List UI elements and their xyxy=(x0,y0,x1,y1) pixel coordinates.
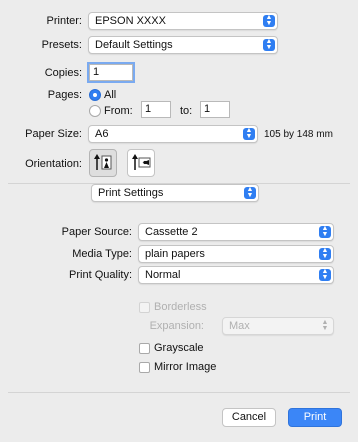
popup-arrows-icon: ▲ ▼ xyxy=(243,127,255,140)
presets-popup[interactable]: Default Settings ▲ ▼ xyxy=(88,36,278,54)
copies-label: Copies: xyxy=(44,67,82,79)
printer-value: EPSON XXXX xyxy=(95,15,166,27)
borderless-checkbox[interactable] xyxy=(139,302,150,313)
media-type-popup[interactable]: plain papers ▲ ▼ xyxy=(138,245,334,263)
pages-all-label: All xyxy=(104,89,117,101)
pages-to-label: to: xyxy=(180,105,193,117)
paper-source-value: Cassette 2 xyxy=(145,226,198,238)
borderless-label: Borderless xyxy=(154,301,207,313)
copies-field[interactable]: 1 xyxy=(87,62,135,83)
printer-popup[interactable]: EPSON XXXX ▲ ▼ xyxy=(88,12,278,30)
popup-arrows-icon: ▲ ▼ xyxy=(263,38,275,51)
cancel-button[interactable]: Cancel xyxy=(222,408,276,427)
expansion-label: Expansion: xyxy=(149,320,204,332)
portrait-orientation-icon xyxy=(94,154,112,170)
orientation-label: Orientation: xyxy=(25,158,82,170)
pages-label: Pages: xyxy=(47,89,82,101)
grayscale-label: Grayscale xyxy=(154,342,204,354)
print-quality-popup[interactable]: Normal ▲ ▼ xyxy=(138,266,334,284)
mirror-image-label: Mirror Image xyxy=(154,361,217,373)
popup-arrows-icon: ▲ ▼ xyxy=(244,186,256,199)
paper-size-value: A6 xyxy=(95,128,109,140)
pages-from-radio[interactable] xyxy=(89,105,101,117)
media-type-value: plain papers xyxy=(145,248,205,260)
popup-arrows-icon: ▲ ▼ xyxy=(319,225,331,238)
section-menu-popup[interactable]: Print Settings ▲ ▼ xyxy=(91,184,259,202)
pages-from-label: From: xyxy=(104,105,133,117)
presets-label: Presets: xyxy=(41,39,82,51)
popup-arrows-icon: ▲ ▼ xyxy=(321,319,329,332)
paper-source-label: Paper Source: xyxy=(61,226,132,238)
pages-to-field[interactable]: 1 xyxy=(200,101,230,118)
popup-arrows-icon: ▲ ▼ xyxy=(263,14,275,27)
paper-source-popup[interactable]: Cassette 2 ▲ ▼ xyxy=(138,223,334,241)
section-menu-value: Print Settings xyxy=(98,187,164,199)
print-quality-value: Normal xyxy=(145,269,181,281)
media-type-label: Media Type: xyxy=(72,248,132,260)
paper-size-label: Paper Size: xyxy=(25,128,82,140)
paper-size-dimensions: 105 by 148 mm xyxy=(264,129,333,140)
grayscale-checkbox[interactable] xyxy=(139,343,150,354)
mirror-image-checkbox[interactable] xyxy=(139,362,150,373)
print-quality-label: Print Quality: xyxy=(69,269,132,281)
printer-label: Printer: xyxy=(46,15,82,27)
popup-arrows-icon: ▲ ▼ xyxy=(319,247,331,260)
expansion-value: Max xyxy=(229,320,250,332)
orientation-landscape-button[interactable] xyxy=(127,149,155,177)
print-button[interactable]: Print xyxy=(288,408,342,427)
pages-all-radio[interactable] xyxy=(89,89,101,101)
popup-arrows-icon: ▲ ▼ xyxy=(319,268,331,281)
presets-value: Default Settings xyxy=(95,39,173,51)
paper-size-popup[interactable]: A6 ▲ ▼ xyxy=(88,125,258,143)
pages-from-field[interactable]: 1 xyxy=(141,101,171,118)
separator xyxy=(8,392,350,393)
orientation-portrait-button[interactable] xyxy=(89,149,117,177)
landscape-orientation-icon xyxy=(132,154,151,170)
expansion-popup[interactable]: Max ▲ ▼ xyxy=(222,317,334,335)
